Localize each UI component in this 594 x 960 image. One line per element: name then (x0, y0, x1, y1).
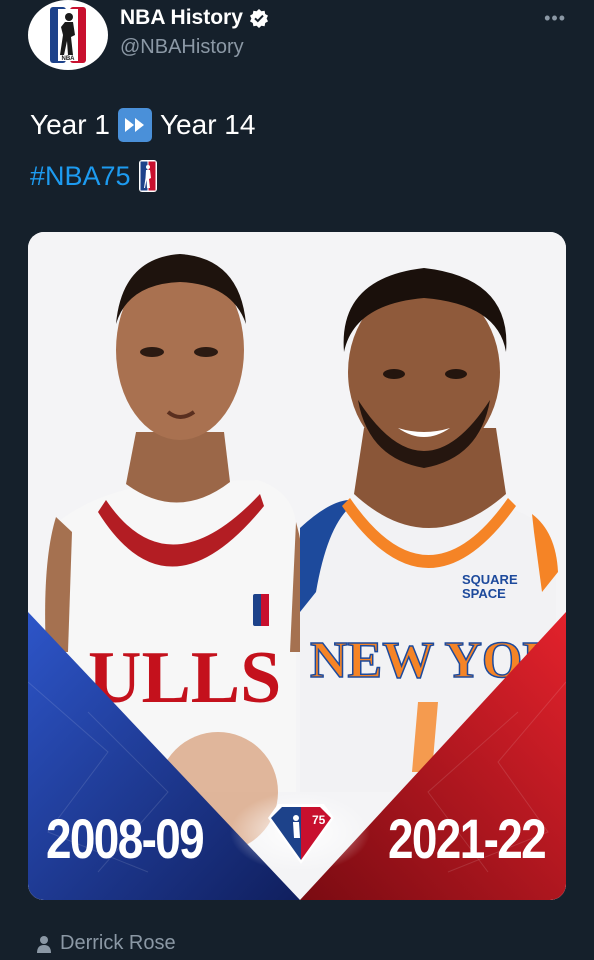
hashtag-link[interactable]: #NBA75 (30, 161, 131, 192)
badge-text: 75 (312, 813, 326, 827)
display-name[interactable]: NBA History (120, 6, 243, 30)
account-handle[interactable]: @NBAHistory (120, 36, 244, 59)
person-icon (37, 935, 51, 953)
tweet-text: Year 1 Year 14 (30, 108, 255, 142)
season-left-label: 2008-09 (46, 807, 205, 870)
nba-logo-icon: NBA (50, 7, 86, 63)
nba-logo-emoji-icon (138, 160, 157, 192)
fast-forward-icon (117, 108, 152, 142)
season-right-label: 2021-22 (388, 807, 547, 870)
avatar[interactable]: NBA (28, 0, 108, 70)
tagged-person-name: Derrick Rose (60, 932, 176, 954)
sponsor-line1: SQUARE (462, 572, 518, 587)
sponsor-line2: SPACE (462, 586, 506, 601)
more-options-icon[interactable]: ••• (544, 8, 566, 29)
tweet-header: NBA NBA History @NBAHistory ••• (28, 0, 570, 76)
svg-text:NBA: NBA (62, 56, 76, 62)
tagged-person[interactable]: Derrick Rose (36, 932, 176, 955)
verified-badge-icon (249, 9, 268, 28)
tweet-media-image[interactable]: ULLS NEW YORK SQUARE SPACE (28, 232, 566, 900)
comparison-graphic: ULLS NEW YORK SQUARE SPACE (28, 232, 566, 900)
year-end-text: Year 14 (159, 109, 256, 140)
year-start-text: Year 1 (30, 109, 110, 140)
